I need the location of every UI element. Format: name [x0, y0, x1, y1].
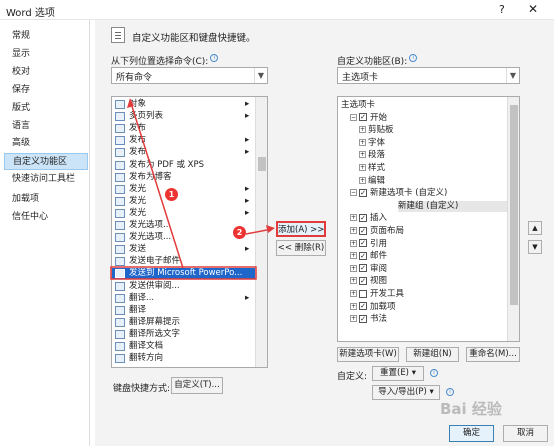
- watermark: Bai 经验: [440, 400, 502, 418]
- step-badge-2: 2: [233, 226, 246, 239]
- annotation-arrow-1: [129, 99, 184, 269]
- annotation-overlay: [110, 98, 275, 280]
- annotation-arrowhead-2: [266, 225, 275, 233]
- annotation-highlight-box: [110, 266, 257, 280]
- step-badge-1: 1: [165, 188, 178, 201]
- annotation-arrowhead-1: [127, 98, 134, 108]
